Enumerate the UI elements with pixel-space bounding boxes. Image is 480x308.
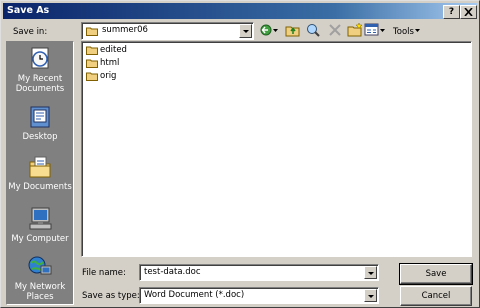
back-dropdown-icon[interactable] (272, 22, 280, 38)
my-documents-icon (29, 156, 51, 178)
place-my-computer[interactable]: My Computer (7, 206, 73, 244)
place-recent-documents[interactable]: My Recent Documents (7, 46, 73, 94)
place-my-documents[interactable]: My Documents (7, 154, 73, 192)
file-list[interactable]: edited html orig (81, 41, 472, 257)
file-name-field[interactable]: test-data.doc (139, 264, 379, 281)
recent-documents-icon (31, 47, 49, 69)
folder-icon (86, 27, 98, 36)
save-as-type-label: Save as type: (82, 291, 140, 301)
place-label: My Network (14, 282, 66, 292)
folder-icon (86, 46, 98, 55)
network-places-icon (28, 256, 52, 275)
new-folder-icon[interactable] (347, 22, 363, 38)
save-as-type-select[interactable]: Word Document (*.doc) (139, 287, 379, 304)
save-button[interactable]: Save (399, 263, 473, 285)
save-in-dropdown[interactable] (239, 24, 252, 38)
search-web-icon[interactable] (305, 22, 321, 38)
title-bar[interactable]: Save As ? (3, 3, 477, 19)
save-in-value: summer06 (102, 25, 148, 35)
cancel-button[interactable]: Cancel (400, 286, 472, 306)
tools-dropdown-icon[interactable] (414, 22, 422, 38)
save-as-type-value: Word Document (*.doc) (144, 290, 245, 300)
file-name: html (100, 58, 120, 68)
up-folder-icon[interactable] (285, 22, 301, 38)
dialog-title: Save As (7, 5, 50, 16)
close-button[interactable] (460, 5, 477, 19)
my-computer-icon (29, 207, 52, 230)
views-dropdown-icon[interactable] (379, 22, 387, 38)
file-name: orig (100, 71, 117, 81)
save-in-combo[interactable]: summer06 (81, 22, 254, 40)
desktop-icon (30, 106, 50, 128)
place-label: My Documents (8, 182, 72, 192)
place-network-places[interactable]: My Network Places (7, 254, 73, 302)
place-label: Documents (15, 84, 65, 94)
place-label: My Computer (11, 234, 69, 244)
close-icon (464, 7, 473, 17)
file-name-label: File name: (82, 268, 126, 278)
places-bar: My Recent Documents Desktop My Documents… (6, 41, 74, 305)
save-as-dialog: Save As ? Save in: summer06 Tools My Rec… (0, 0, 480, 308)
place-desktop[interactable]: Desktop (7, 104, 73, 142)
save-as-type-dropdown[interactable] (364, 289, 377, 302)
help-button[interactable]: ? (443, 5, 460, 19)
file-name-dropdown[interactable] (364, 266, 377, 279)
file-name-value: test-data.doc (144, 267, 201, 277)
file-name: edited (100, 45, 127, 55)
folder-icon (86, 59, 98, 68)
tools-menu[interactable]: Tools (393, 27, 414, 37)
place-label: My Recent (17, 74, 63, 84)
place-label: Places (26, 292, 54, 302)
save-in-label: Save in: (13, 27, 48, 37)
views-icon[interactable] (364, 22, 380, 38)
folder-icon (86, 72, 98, 81)
tools-label: Tools (393, 27, 414, 37)
place-label: Desktop (22, 132, 58, 142)
delete-icon[interactable] (327, 22, 343, 38)
